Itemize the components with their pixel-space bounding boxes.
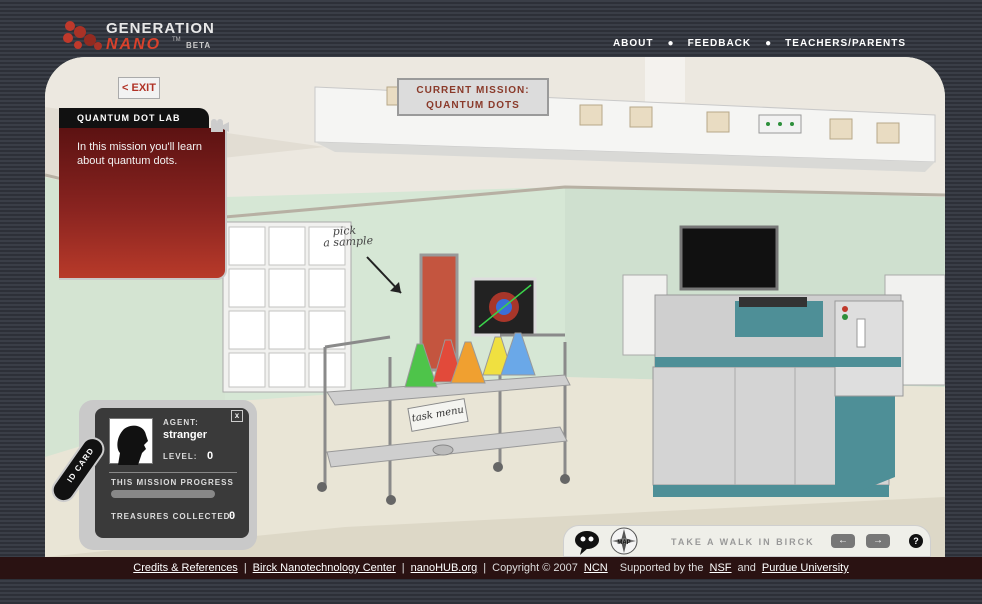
credits-link[interactable]: Credits & References <box>133 562 238 574</box>
info-panel-text: In this mission you'll learn about quant… <box>77 141 202 167</box>
id-card-close-button[interactable]: x <box>231 410 243 422</box>
logo-trademark: TM <box>172 37 181 43</box>
agent-label: AGENT: <box>163 418 199 427</box>
current-mission-sign: CURRENT MISSION: QUANTUM DOTS <box>397 78 549 116</box>
chat-bubble-icon[interactable] <box>574 528 600 556</box>
nsf-link[interactable]: NSF <box>710 562 732 574</box>
copyright-text: Copyright © 2007 <box>492 562 578 574</box>
help-button[interactable]: ? <box>909 534 923 548</box>
logo-word-generation: GENERATION <box>106 20 215 37</box>
footer: Credits & References | Birck Nanotechnol… <box>0 557 982 579</box>
nav-separator-dot: ● <box>667 38 674 49</box>
video-camera-icon[interactable] <box>209 118 231 134</box>
mission-progress-label: THIS MISSION PROGRESS <box>111 478 234 487</box>
nav-about-link[interactable]: ABOUT <box>613 38 654 49</box>
top-nav: ABOUT ● FEEDBACK ● TEACHERS/PARENTS <box>613 38 906 49</box>
logo-word-nano: NANO <box>106 36 162 53</box>
id-card-inner: x AGENT: stranger LEVEL: 0 THIS MISSION … <box>95 408 249 538</box>
silhouette-icon <box>117 425 148 465</box>
map-label: MAP <box>617 540 630 546</box>
generation-nano-logo[interactable]: GENERATION NANO TM BETA <box>60 16 220 56</box>
molecule-logo-icon <box>63 21 102 50</box>
mission-sign-line1: CURRENT MISSION: <box>416 85 530 96</box>
walk-in-birck-label: TAKE A WALK IN BIRCK <box>671 537 815 547</box>
info-panel-title: QUANTUM DOT LAB <box>59 108 209 128</box>
exit-button[interactable]: < EXIT <box>118 77 160 99</box>
level-value: 0 <box>207 450 214 462</box>
ncn-link[interactable]: NCN <box>584 562 608 574</box>
logo-beta: BETA <box>186 41 212 50</box>
nav-feedback-link[interactable]: FEEDBACK <box>688 38 752 49</box>
nanohub-link[interactable]: nanoHUB.org <box>411 562 478 574</box>
nav-separator-dot: ● <box>765 38 772 49</box>
mission-sign-line2: QUANTUM DOTS <box>426 100 520 111</box>
agent-name: stranger <box>163 429 208 441</box>
bottom-nav-bar: MAP TAKE A WALK IN BIRCK ← → ? <box>563 525 931 557</box>
next-arrow-button[interactable]: → <box>866 534 890 548</box>
prev-arrow-button[interactable]: ← <box>831 534 855 548</box>
pick-hint-line2: a sample <box>322 233 374 250</box>
supported-text: Supported by the <box>619 562 704 574</box>
mission-info-panel: QUANTUM DOT LAB In this mission you'll l… <box>59 108 229 280</box>
treasures-value: 0 <box>229 510 236 522</box>
footer-separator: | <box>483 562 487 574</box>
and-text: and <box>737 562 756 574</box>
purdue-link[interactable]: Purdue University <box>762 562 849 574</box>
level-label: LEVEL: <box>163 452 198 461</box>
agent-avatar <box>109 418 153 465</box>
pick-a-sample-hint: pick a sample <box>323 224 373 250</box>
footer-separator: | <box>401 562 405 574</box>
id-card: x AGENT: stranger LEVEL: 0 THIS MISSION … <box>79 400 257 550</box>
id-card-divider <box>109 472 237 473</box>
treasures-label: TREASURES COLLECTED: <box>111 512 235 521</box>
footer-separator: | <box>243 562 247 574</box>
mission-progress-bar <box>111 490 215 498</box>
map-compass-icon[interactable]: MAP <box>610 527 638 555</box>
nav-teachers-parents-link[interactable]: TEACHERS/PARENTS <box>785 38 906 49</box>
birck-link[interactable]: Birck Nanotechnology Center <box>253 562 396 574</box>
lab-scene: < EXIT CURRENT MISSION: QUANTUM DOTS QUA… <box>45 57 945 557</box>
